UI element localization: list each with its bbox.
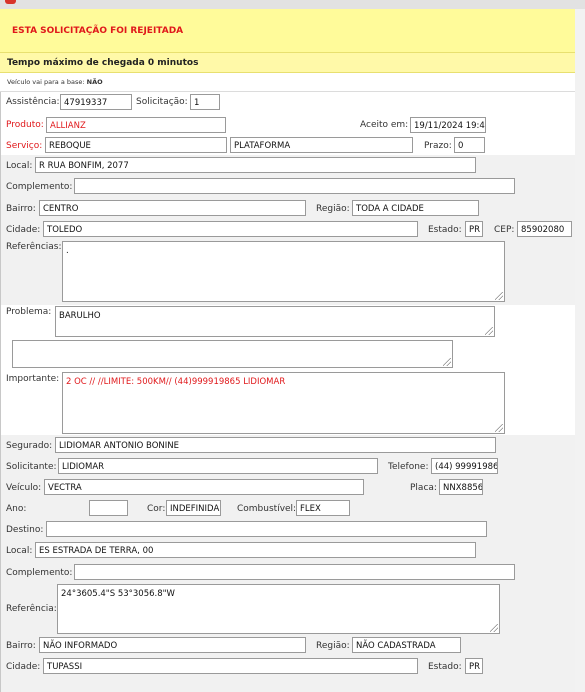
combustivel-label: Combustível:	[237, 504, 297, 514]
arrival-time-banner: Tempo máximo de chegada 0 minutos	[0, 53, 575, 73]
base-value: NÃO	[86, 78, 103, 86]
veiculo-field[interactable]: VECTRA	[44, 479, 364, 495]
placa-label: Placa:	[410, 483, 437, 493]
combustivel-field[interactable]: FLEX	[296, 500, 350, 516]
regiao-label: Região:	[316, 204, 350, 214]
telefone-field[interactable]: (44) 999919865	[431, 458, 498, 474]
resize-grip-icon[interactable]	[443, 358, 451, 366]
destino-label: Destino:	[6, 525, 44, 535]
regiao-field[interactable]: TODA A CIDADE	[352, 200, 479, 216]
prazo-field[interactable]: 0	[454, 137, 485, 153]
complemento-field[interactable]	[74, 178, 515, 194]
importante-text: 2 OC // //LIMITE: 500KM// (44)999919865 …	[66, 377, 286, 387]
referencias-label: Referências:	[6, 242, 62, 252]
solicitante-label: Solicitante:	[6, 462, 57, 472]
referencias-text: .	[66, 246, 69, 256]
destino-bairro-label: Bairro:	[6, 641, 36, 651]
problema-extra-textarea[interactable]	[12, 340, 453, 368]
destino-estado-field[interactable]: PR	[465, 658, 483, 674]
problema-text: BARULHO	[59, 311, 101, 321]
prazo-label: Prazo:	[424, 141, 452, 151]
produto-field[interactable]: ALLIANZ	[46, 117, 226, 133]
resize-grip-icon[interactable]	[490, 624, 498, 632]
destino-regiao-label: Região:	[316, 641, 350, 651]
solicitante-field[interactable]: LIDIOMAR	[58, 458, 378, 474]
destino-complemento-field[interactable]	[74, 564, 515, 580]
destino-referencia-textarea[interactable]: 24°3605.4"S 53°3056.8"W	[57, 584, 500, 634]
cor-field[interactable]: INDEFINIDA	[166, 500, 221, 516]
servico-label: Serviço:	[6, 141, 43, 151]
destino-regiao-field[interactable]: NÃO CADASTRADA	[352, 637, 461, 653]
rejected-message: ESTA SOLICITAÇÃO FOI REJEITADA	[12, 26, 184, 36]
produto-label: Produto:	[6, 120, 44, 130]
cidade-field[interactable]: TOLEDO	[43, 221, 418, 237]
solicitacao-label: Solicitação:	[136, 97, 188, 107]
base-info: Veículo vai para a base: NÃO	[0, 73, 575, 92]
estado-field[interactable]: PR	[465, 221, 483, 237]
bairro-label: Bairro:	[6, 204, 36, 214]
window-top-bar	[0, 0, 585, 9]
resize-grip-icon[interactable]	[495, 424, 503, 432]
placa-field[interactable]: NNX8856	[439, 479, 483, 495]
destino-local-label: Local:	[6, 546, 33, 556]
resize-grip-icon[interactable]	[485, 327, 493, 335]
cidade-label: Cidade:	[6, 225, 41, 235]
destino-field[interactable]	[46, 521, 487, 537]
resize-grip-icon[interactable]	[495, 292, 503, 300]
cep-field[interactable]: 85902080	[517, 221, 572, 237]
cor-label: Cor:	[147, 504, 166, 514]
destino-referencia-label: Referência:	[6, 604, 57, 614]
telefone-label: Telefone:	[388, 462, 429, 472]
ano-label: Ano:	[6, 504, 27, 514]
destino-cidade-label: Cidade:	[6, 662, 41, 672]
arrival-time-text: Tempo máximo de chegada 0 minutos	[7, 58, 199, 68]
base-label: Veículo vai para a base:	[7, 78, 85, 86]
scrollbar-track[interactable]	[575, 9, 585, 692]
complemento-label: Complemento:	[6, 182, 73, 192]
local-label: Local:	[6, 161, 33, 171]
segurado-label: Segurado:	[6, 441, 53, 451]
aceito-field[interactable]: 19/11/2024 19:40	[410, 117, 486, 133]
problema-textarea[interactable]: BARULHO	[55, 306, 495, 337]
rejected-banner: ESTA SOLICITAÇÃO FOI REJEITADA	[0, 9, 575, 53]
referencias-textarea[interactable]: .	[62, 241, 505, 302]
problema-label: Problema:	[6, 307, 52, 317]
destino-bairro-field[interactable]: NÃO INFORMADO	[39, 637, 306, 653]
assistencia-field[interactable]: 47919337	[60, 94, 132, 110]
base-text: Veículo vai para a base: NÃO	[7, 78, 103, 86]
destino-complemento-label: Complemento:	[6, 568, 73, 578]
cep-label: CEP:	[494, 225, 515, 235]
close-button[interactable]	[5, 0, 16, 4]
local-field[interactable]: R RUA BONFIM, 2077	[35, 157, 476, 173]
ano-field[interactable]	[89, 500, 128, 516]
segurado-field[interactable]: LIDIOMAR ANTONIO BONINE	[55, 437, 496, 453]
servico-tipo-field[interactable]: PLATAFORMA	[230, 137, 413, 153]
destino-cidade-field[interactable]: TUPASSI	[43, 658, 418, 674]
aceito-label: Aceito em:	[360, 120, 409, 130]
estado-label: Estado:	[428, 225, 462, 235]
destino-estado-label: Estado:	[428, 662, 462, 672]
destino-local-field[interactable]: ES ESTRADA DE TERRA, 00	[35, 542, 476, 558]
importante-label: Importante:	[6, 374, 60, 384]
destino-referencia-text: 24°3605.4"S 53°3056.8"W	[61, 589, 175, 599]
bairro-field[interactable]: CENTRO	[39, 200, 306, 216]
importante-textarea[interactable]: 2 OC // //LIMITE: 500KM// (44)999919865 …	[62, 372, 505, 434]
servico-field[interactable]: REBOQUE	[45, 137, 227, 153]
veiculo-label: Veículo:	[6, 483, 42, 493]
solicitacao-field[interactable]: 1	[190, 94, 220, 110]
assistencia-label: Assistência:	[6, 97, 60, 107]
